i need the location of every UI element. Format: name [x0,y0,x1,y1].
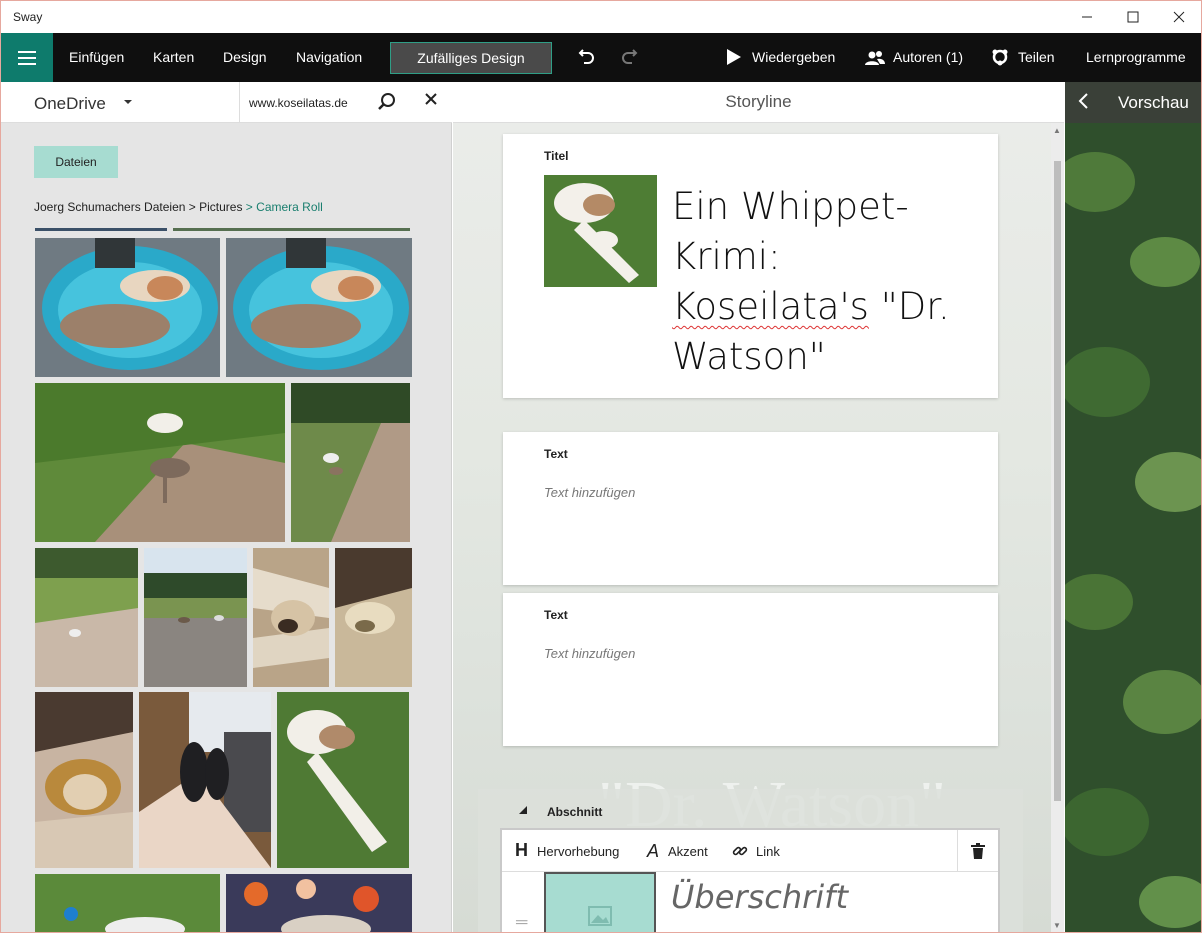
chevron-left-icon[interactable] [1077,92,1089,115]
link-button[interactable]: Link [756,844,780,859]
scroll-up-icon[interactable]: ▲ [1053,126,1061,135]
trash-icon [971,843,985,859]
media-panel-header: OneDrive www.koseilatas.de [1,82,452,123]
storyline-header: Storyline [453,82,1064,123]
collapse-caret-icon[interactable] [519,806,528,817]
maximize-icon [1127,11,1139,23]
title-bar: Sway [1,1,1201,33]
emphasis-icon[interactable]: H [515,840,528,861]
title-card[interactable]: Titel Ein Whippet- Krimi: Koseilata's "D… [503,134,998,398]
play-icon[interactable] [726,48,742,72]
preview-label[interactable]: Vorschau [1118,93,1189,113]
tutorials-button[interactable]: Lernprogramme [1086,49,1186,65]
photo-thumbnail[interactable] [35,548,138,687]
title-card-image[interactable] [544,175,657,287]
close-icon [425,93,437,105]
files-button[interactable]: Dateien [34,146,118,178]
menu-button[interactable] [1,33,53,82]
thumbnail-top-strip [173,228,410,231]
maximize-button[interactable] [1110,1,1156,33]
breadcrumb-camera-roll: Camera Roll [256,200,323,214]
accent-icon[interactable]: A [647,841,659,862]
app-title: Sway [13,10,43,24]
heading-placeholder[interactable]: Überschrift [671,878,848,916]
thumbnail-top-strip [35,228,167,231]
card-label: Text [544,447,568,461]
design-tab[interactable]: Design [223,49,267,65]
section-label: Abschnitt [547,805,603,819]
text-card[interactable]: Text Text hinzufügen [503,593,998,746]
preview-header: Vorschau [1065,82,1201,123]
heading-card[interactable]: H Hervorhebung A Akzent Link ═ Überschri… [500,828,1000,932]
accent-button[interactable]: Akzent [668,844,708,859]
photo-thumbnail[interactable] [35,874,220,932]
share-icon[interactable] [991,48,1009,72]
link-icon[interactable] [732,843,748,862]
text-card-placeholder[interactable]: Text hinzufügen [544,646,635,661]
photo-thumbnail[interactable] [226,238,412,377]
close-icon [1173,11,1185,23]
command-bar: Einfügen Karten Design Navigation Zufäll… [1,33,1201,82]
photo-thumbnail[interactable] [226,874,412,932]
drag-handle-icon[interactable]: ═ [516,914,527,932]
preview-image [1065,82,1201,932]
undo-icon [578,49,594,64]
photo-thumbnail[interactable] [277,692,409,868]
scroll-thumb[interactable] [1054,161,1061,801]
photo-thumbnail[interactable] [253,548,329,687]
search-icon[interactable] [377,92,397,112]
close-window-button[interactable] [1156,1,1201,33]
delete-card-button[interactable] [957,830,998,872]
random-design-button[interactable]: Zufälliges Design [390,42,552,74]
card-toolbar: H Hervorhebung A Akzent Link [502,830,998,872]
photo-thumbnail[interactable] [144,548,247,687]
card-label: Text [544,608,568,622]
image-placeholder[interactable] [544,872,656,932]
share-button[interactable]: Teilen [1018,49,1055,65]
storyline-panel: Storyline "Dr. Watson" Titel Ein Whippet… [453,82,1064,932]
card-label: Titel [544,149,569,163]
image-icon [588,906,612,926]
photo-thumbnail[interactable] [335,548,412,687]
media-panel: OneDrive www.koseilatas.de Dateien Joerg… [1,82,452,932]
photo-thumbnail[interactable] [35,238,220,377]
redo-button[interactable] [619,46,639,72]
preview-panel[interactable]: Vorschau [1065,82,1201,932]
authors-button[interactable]: Autoren (1) [893,49,963,65]
scroll-down-icon[interactable]: ▼ [1053,921,1061,930]
chevron-down-icon[interactable] [123,97,133,109]
hamburger-icon [18,50,36,53]
authors-icon[interactable] [865,49,885,72]
undo-button[interactable] [577,46,597,72]
insert-tab[interactable]: Einfügen [69,49,124,65]
redo-icon [622,49,638,64]
search-input-value: www.koseilatas.de [249,96,348,110]
breadcrumb: Joerg Schumachers Dateien > Pictures > C… [34,200,323,214]
photo-thumbnail[interactable] [35,692,133,868]
misspelled-word[interactable]: Koseilata's [672,285,869,328]
breadcrumb-root[interactable]: Joerg Schumachers Dateien [34,200,185,214]
photo-thumbnail[interactable] [35,383,285,542]
play-button[interactable]: Wiedergeben [752,49,835,65]
emphasis-button[interactable]: Hervorhebung [537,844,619,859]
cards-tab[interactable]: Karten [153,49,194,65]
navigation-tab[interactable]: Navigation [296,49,362,65]
storyline-scrollbar[interactable]: ▲ ▼ [1051,123,1064,932]
minimize-icon [1082,16,1092,18]
title-text[interactable]: Ein Whippet- Krimi: Koseilata's "Dr. Wat… [672,182,972,382]
section-group[interactable]: Abschnitt H Hervorhebung A Akzent Link ═ [478,789,1023,932]
photo-thumbnail[interactable] [139,692,271,868]
text-card-placeholder[interactable]: Text hinzufügen [544,485,635,500]
breadcrumb-pictures[interactable]: Pictures [199,200,242,214]
photo-thumbnail[interactable] [291,383,410,542]
close-panel-button[interactable] [424,92,438,111]
app-window: Sway Einfügen Karten Design Navigation Z… [0,0,1202,933]
minimize-button[interactable] [1064,1,1110,33]
source-dropdown[interactable]: OneDrive [34,94,106,114]
text-card[interactable]: Text Text hinzufügen [503,432,998,585]
